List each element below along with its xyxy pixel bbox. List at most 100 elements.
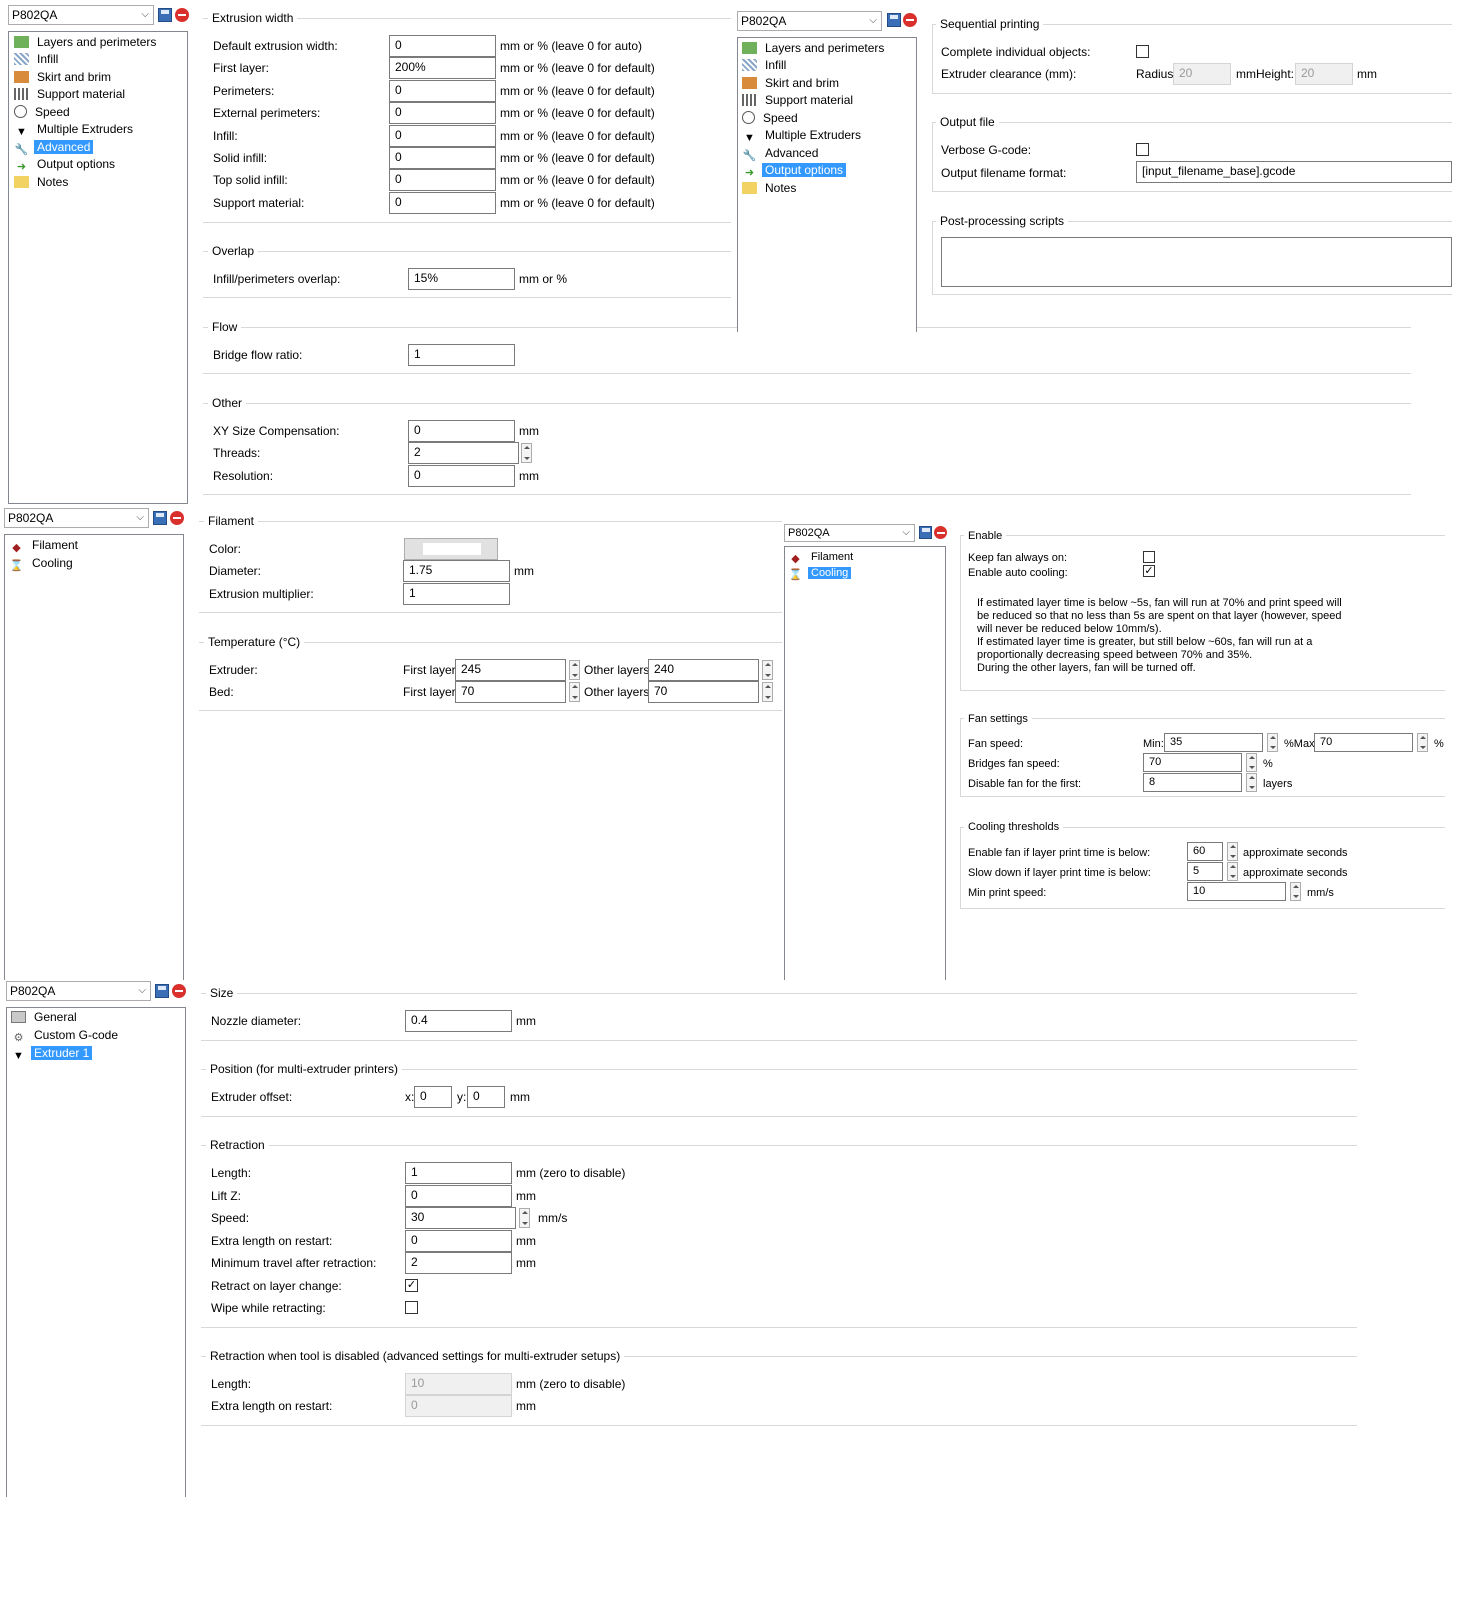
tree-item-filament[interactable]: ◆ Filament <box>9 537 81 554</box>
extrusion-multiplier-input[interactable]: 1 <box>403 583 510 605</box>
tree-item-cooling[interactable]: ⌛ Cooling <box>788 565 852 582</box>
radius-input[interactable]: 20 <box>1173 63 1231 85</box>
diameter-input[interactable]: 1.75 <box>403 560 510 582</box>
extruder-other-layers-input[interactable]: 240 <box>648 659 759 681</box>
disable-fan-input[interactable]: 8 <box>1143 773 1242 792</box>
nozzle-diameter-input[interactable]: 0.4 <box>405 1010 512 1032</box>
bed-first-layer-spinner[interactable] <box>569 682 580 702</box>
save-icon[interactable] <box>153 511 167 525</box>
bridges-fan-input[interactable]: 70 <box>1143 753 1242 772</box>
disabled-length-input[interactable]: 10 <box>405 1373 512 1395</box>
verbose-checkbox[interactable] <box>1136 143 1149 156</box>
tree-item-infill[interactable]: Infill <box>742 57 789 74</box>
retract-length-input[interactable]: 1 <box>405 1162 512 1184</box>
tree-item-multi-extruders[interactable]: ▼ Multiple Extruders <box>14 121 136 138</box>
auto-cooling-checkbox[interactable]: ✓ <box>1143 565 1155 577</box>
threads-spinner[interactable] <box>521 443 532 463</box>
tree-item-advanced[interactable]: 🔧 Advanced <box>742 145 821 162</box>
delete-icon[interactable] <box>903 13 917 27</box>
extrusion-width-row-input[interactable]: 0 <box>389 35 496 57</box>
wipe-checkbox[interactable] <box>405 1301 418 1314</box>
tree-item-custom-gcode[interactable]: ⚙ Custom G-code <box>11 1027 121 1044</box>
tree-item-notes[interactable]: Notes <box>742 180 799 197</box>
color-swatch-button[interactable] <box>404 538 498 560</box>
complete-objects-checkbox[interactable] <box>1136 45 1149 58</box>
keep-fan-checkbox[interactable] <box>1143 551 1155 563</box>
bridges-fan-spinner[interactable] <box>1246 753 1257 772</box>
extruder-first-layer-input[interactable]: 245 <box>455 659 566 681</box>
save-icon[interactable] <box>158 8 172 22</box>
preset-combo-print[interactable]: P802QA ⌵ <box>8 5 154 25</box>
tree-item-support[interactable]: Support material <box>14 86 128 103</box>
tree-item-infill[interactable]: Infill <box>14 51 61 68</box>
tree-item-output[interactable]: ➜ Output options <box>14 156 118 173</box>
delete-icon[interactable] <box>934 526 947 539</box>
retract-speed-spinner[interactable] <box>519 1208 530 1228</box>
save-icon[interactable] <box>887 13 901 27</box>
filename-format-input[interactable]: [input_filename_base].gcode <box>1136 161 1452 183</box>
resolution-input[interactable]: 0 <box>408 465 515 487</box>
bridge-flow-input[interactable]: 1 <box>408 344 515 366</box>
retract-speed-input[interactable]: 30 <box>405 1207 516 1229</box>
disable-fan-spinner[interactable] <box>1246 773 1257 792</box>
tree-item-general[interactable]: General <box>11 1009 80 1026</box>
extrusion-width-row-input[interactable]: 0 <box>389 102 496 124</box>
tree-item-notes[interactable]: Notes <box>14 174 71 191</box>
overlap-input[interactable]: 15% <box>408 268 515 290</box>
bed-other-layers-input[interactable]: 70 <box>648 681 759 703</box>
preset-combo-cooling[interactable]: P802QA ⌵ <box>784 524 915 542</box>
tree-item-speed[interactable]: Speed <box>742 110 801 127</box>
height-input[interactable]: 20 <box>1295 63 1353 85</box>
extrusion-width-row-input[interactable]: 200% <box>389 57 496 79</box>
preset-combo-output[interactable]: P802QA ⌵ <box>737 11 882 31</box>
fan-min-spinner[interactable] <box>1267 733 1278 752</box>
slow-down-threshold-spinner[interactable] <box>1227 862 1238 881</box>
slow-down-threshold-input[interactable]: 5 <box>1187 862 1223 881</box>
tree-item-layers[interactable]: Layers and perimeters <box>742 40 887 57</box>
extrusion-width-row-input[interactable]: 0 <box>389 169 496 191</box>
fan-min-input[interactable]: 35 <box>1164 733 1263 752</box>
lift-z-input[interactable]: 0 <box>405 1185 512 1207</box>
min-print-speed-spinner[interactable] <box>1290 882 1301 901</box>
delete-icon[interactable] <box>170 511 184 525</box>
bed-first-layer-input[interactable]: 70 <box>455 681 566 703</box>
extrusion-width-row-input[interactable]: 0 <box>389 80 496 102</box>
min-travel-input[interactable]: 2 <box>405 1252 512 1274</box>
save-icon[interactable] <box>919 526 932 539</box>
preset-combo-printer[interactable]: P802QA ⌵ <box>6 981 151 1001</box>
retract-layer-change-checkbox[interactable]: ✓ <box>405 1279 418 1292</box>
extrusion-width-row-input[interactable]: 0 <box>389 192 496 214</box>
offset-x-input[interactable]: 0 <box>414 1086 452 1108</box>
extruder-first-layer-spinner[interactable] <box>569 660 580 680</box>
extrusion-width-row-input[interactable]: 0 <box>389 147 496 169</box>
tree-item-extruder-1[interactable]: ▼ Extruder 1 <box>11 1045 93 1062</box>
extra-length-input[interactable]: 0 <box>405 1230 512 1252</box>
disabled-extra-input[interactable]: 0 <box>405 1395 512 1417</box>
tree-item-layers[interactable]: Layers and perimeters <box>14 34 159 51</box>
delete-icon[interactable] <box>172 984 186 998</box>
tree-item-output[interactable]: ➜ Output options <box>742 162 847 179</box>
fan-max-input[interactable]: 70 <box>1314 733 1413 752</box>
min-print-speed-input[interactable]: 10 <box>1187 882 1286 901</box>
delete-icon[interactable] <box>175 8 189 22</box>
tree-item-speed[interactable]: Speed <box>14 104 73 121</box>
fan-max-spinner[interactable] <box>1417 733 1428 752</box>
tree-item-filament[interactable]: ◆ Filament <box>788 549 856 566</box>
save-icon[interactable] <box>155 984 169 998</box>
xy-comp-input[interactable]: 0 <box>408 420 515 442</box>
preset-combo-filament[interactable]: P802QA ⌵ <box>4 508 149 528</box>
tree-item-support[interactable]: Support material <box>742 92 856 109</box>
tree-item-skirt[interactable]: Skirt and brim <box>14 69 114 86</box>
bed-other-layers-spinner[interactable] <box>762 682 773 702</box>
extrusion-width-row-input[interactable]: 0 <box>389 125 496 147</box>
threads-input[interactable]: 2 <box>408 442 519 464</box>
tree-item-skirt[interactable]: Skirt and brim <box>742 75 842 92</box>
post-processing-textarea[interactable] <box>941 237 1452 287</box>
enable-fan-threshold-input[interactable]: 60 <box>1187 842 1223 861</box>
enable-fan-threshold-spinner[interactable] <box>1227 842 1238 861</box>
tree-item-cooling[interactable]: ⌛ Cooling <box>9 555 76 572</box>
extruder-other-layers-spinner[interactable] <box>762 660 773 680</box>
tree-item-multi-extruders[interactable]: ▼ Multiple Extruders <box>742 127 864 144</box>
tree-item-advanced[interactable]: 🔧 Advanced <box>14 139 94 156</box>
offset-y-input[interactable]: 0 <box>467 1086 505 1108</box>
